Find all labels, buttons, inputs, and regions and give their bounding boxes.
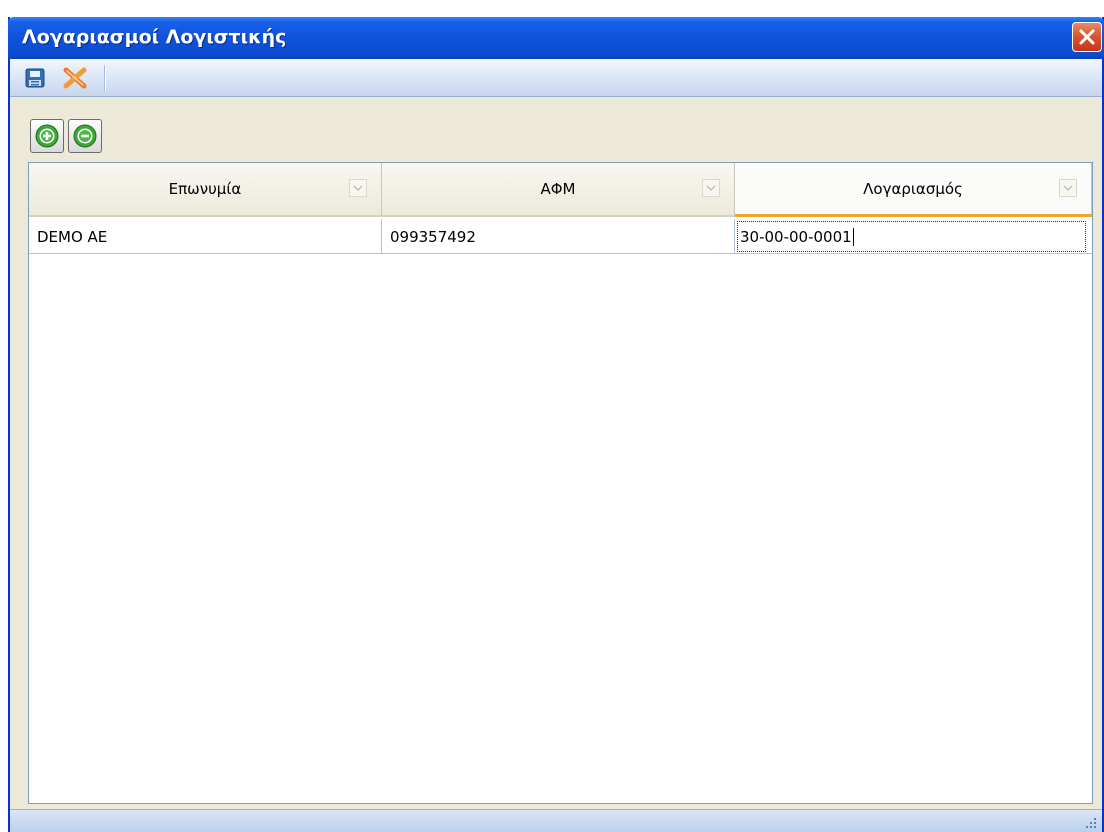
account-edit-field[interactable]: 30-00-00-0001 (737, 221, 1086, 252)
title-bar[interactable]: Λογαριασμοί Λογιστικής (8, 17, 1104, 59)
save-icon (25, 68, 45, 88)
toolbar-separator (104, 65, 106, 91)
chevron-down-icon (1063, 185, 1073, 192)
column-header-label: ΑΦΜ (540, 180, 576, 198)
account-edit-value: 30-00-00-0001 (740, 227, 852, 246)
status-bar (10, 809, 1102, 832)
chevron-down-icon (706, 185, 716, 192)
remove-icon (73, 124, 97, 148)
column-header-account[interactable]: Λογαριασμός (735, 163, 1092, 217)
cancel-button[interactable] (62, 66, 88, 90)
toolbar (10, 59, 1102, 97)
chevron-down-icon (353, 185, 363, 192)
cell-afm[interactable]: 099357492 (382, 219, 735, 254)
text-caret (852, 227, 854, 246)
accounts-grid[interactable]: Επωνυμία ΑΦΜ Λογαριασμός DEMO AE 0993574… (28, 162, 1093, 804)
filter-dropdown-button[interactable] (349, 179, 367, 197)
window-title: Λογαριασμοί Λογιστικής (22, 26, 287, 48)
column-header-label: Λογαριασμός (863, 179, 963, 198)
column-header-name[interactable]: Επωνυμία (29, 163, 382, 217)
dialog-window: Λογαριασμοί Λογιστικής Επωνυμία ΑΦΜ Λογα… (8, 17, 1104, 832)
cancel-icon (63, 67, 87, 89)
save-button[interactable] (22, 66, 48, 90)
column-header-afm[interactable]: ΑΦΜ (382, 163, 735, 217)
resize-grip-icon[interactable] (1084, 816, 1098, 830)
remove-row-button[interactable] (68, 119, 102, 153)
close-icon (1079, 29, 1095, 45)
cell-account[interactable]: 30-00-00-0001 (735, 219, 1092, 254)
add-row-button[interactable] (30, 119, 64, 153)
cell-name[interactable]: DEMO AE (29, 219, 382, 254)
filter-dropdown-button[interactable] (702, 179, 720, 197)
filter-dropdown-button[interactable] (1059, 179, 1077, 197)
grid-header: Επωνυμία ΑΦΜ Λογαριασμός (29, 163, 1092, 217)
column-header-label: Επωνυμία (168, 180, 242, 198)
close-button[interactable] (1072, 22, 1102, 52)
add-icon (35, 124, 59, 148)
table-row[interactable]: DEMO AE 099357492 30-00-00-0001 (29, 219, 1092, 254)
